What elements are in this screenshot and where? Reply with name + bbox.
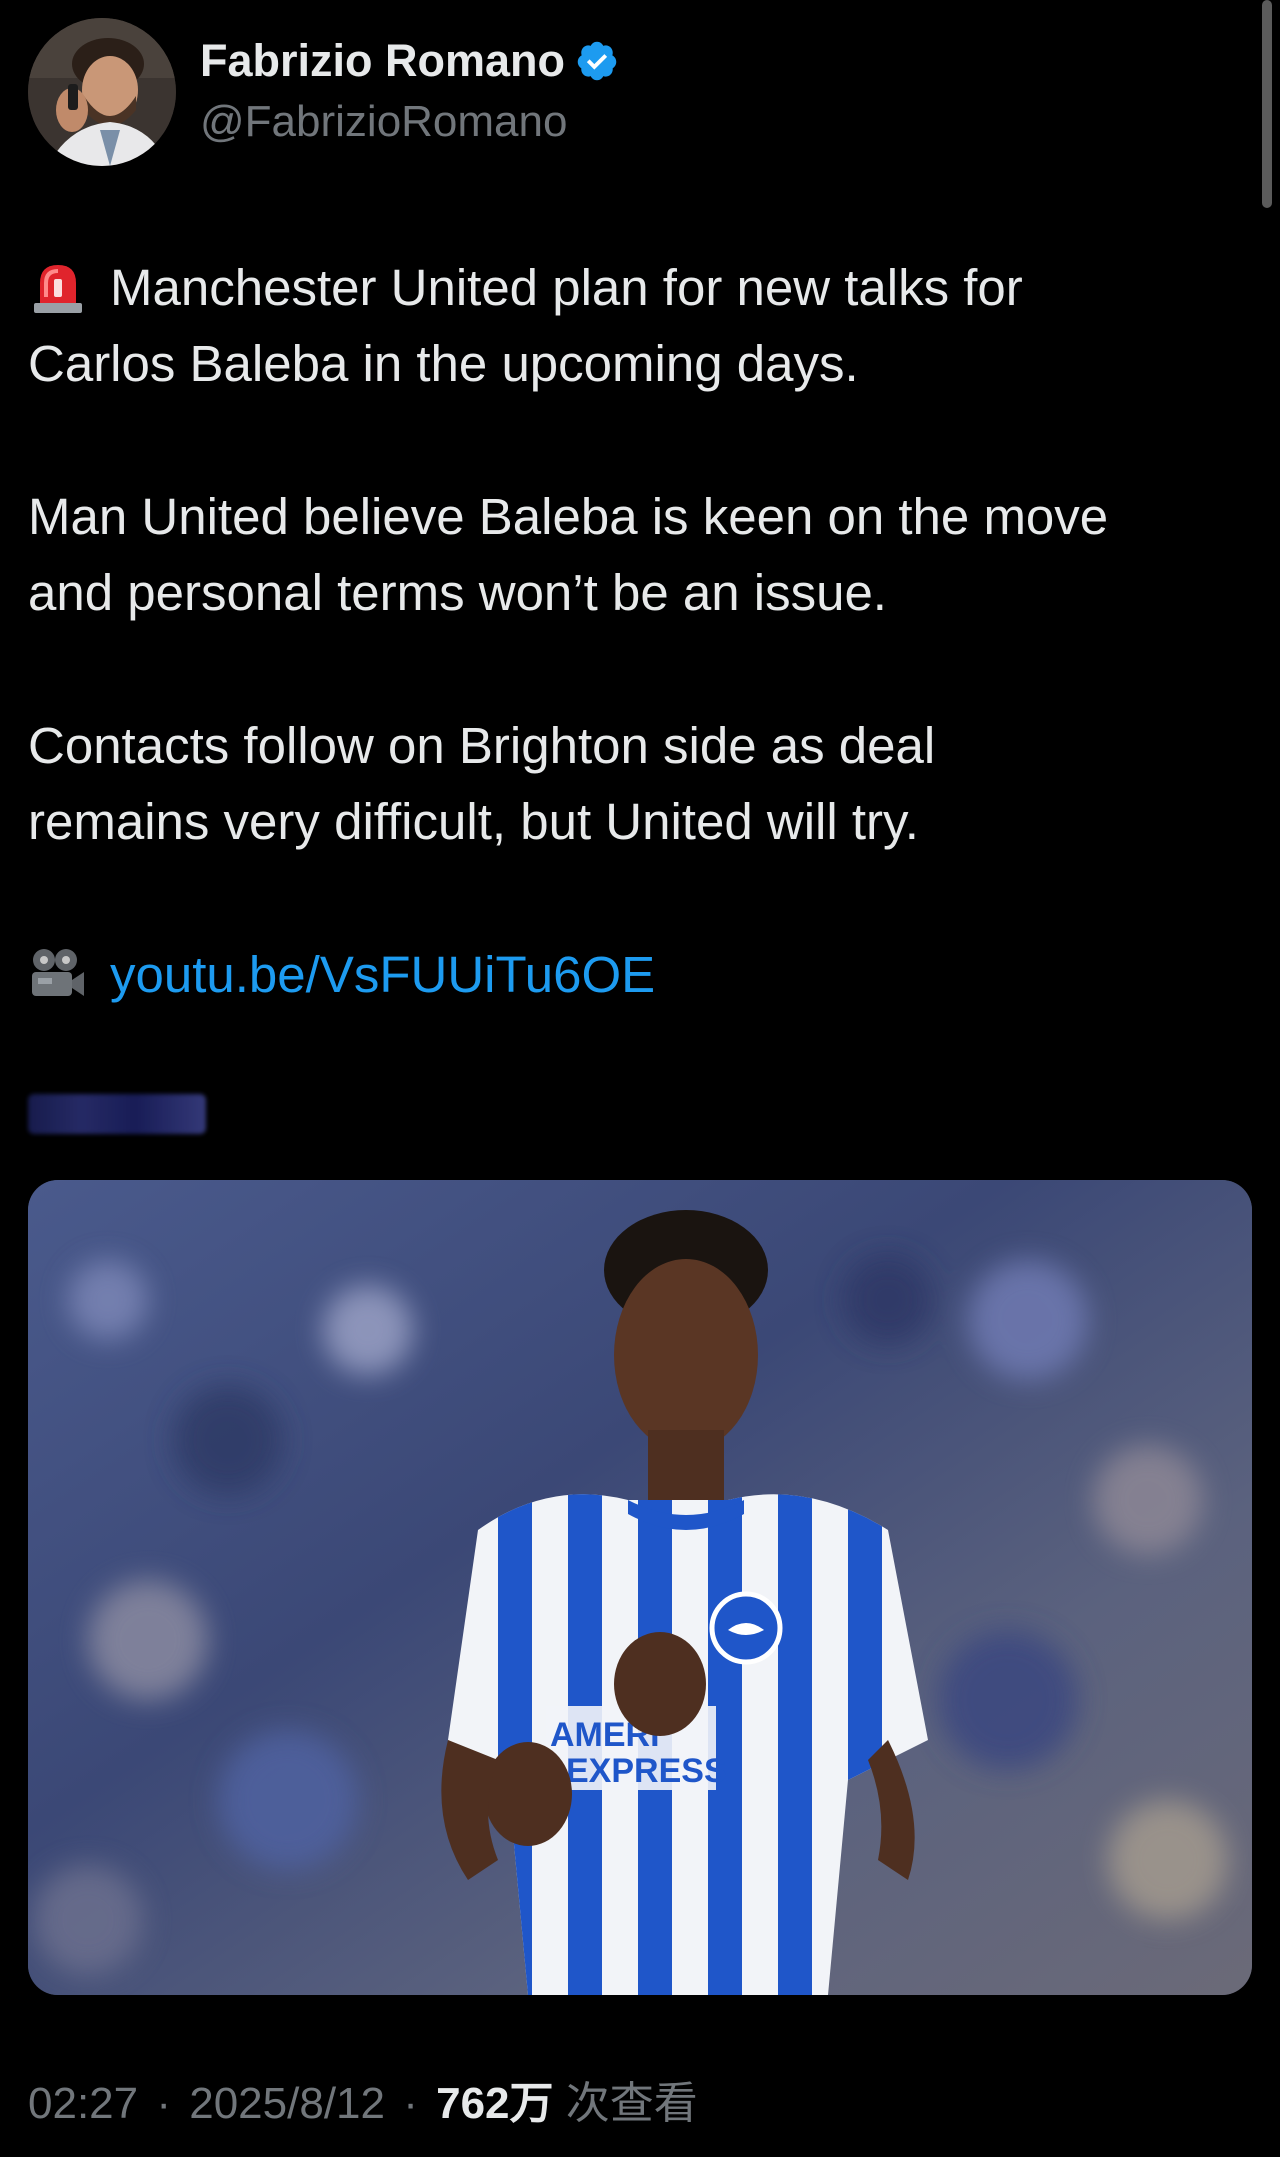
- tweet-line: Contacts follow on Brighton side as deal: [28, 717, 936, 774]
- tweet-line: and personal terms won’t be an issue.: [28, 564, 887, 621]
- views-label: 次查看: [565, 2079, 698, 2128]
- display-name[interactable]: Fabrizio Romano: [200, 36, 565, 86]
- player-photo: AMERI EXPRESS: [28, 1180, 1252, 1995]
- tweet-media-image[interactable]: AMERI EXPRESS: [28, 1180, 1252, 1995]
- jersey-sponsor-text: EXPRESS: [566, 1752, 727, 1790]
- movie-camera-icon: [32, 949, 84, 996]
- separator: ·: [403, 2079, 418, 2128]
- avatar[interactable]: [28, 18, 176, 166]
- tweet-paragraph-3: Contacts follow on Brighton side as deal…: [28, 708, 1248, 860]
- tweet-line: Manchester United plan for new talks for: [110, 259, 1023, 316]
- views-count[interactable]: 762万: [436, 2079, 553, 2128]
- tweet-header: Fabrizio Romano @FabrizioRomano: [28, 18, 619, 168]
- tweet-line: Man United believe Baleba is keen on the…: [28, 488, 1109, 545]
- tweet-paragraph-2: Man United believe Baleba is keen on the…: [28, 479, 1248, 631]
- tweet-time[interactable]: 02:27: [28, 2079, 138, 2128]
- translate-text-blurred[interactable]: [28, 1094, 206, 1134]
- handle[interactable]: @FabrizioRomano: [200, 97, 619, 146]
- tweet-link-paragraph: youtu.be/VsFUUiTu6OE: [28, 937, 1248, 1013]
- tweet-line: Carlos Baleba in the upcoming days.: [28, 335, 859, 392]
- avatar-image: [28, 18, 176, 166]
- verified-badge-icon: [577, 41, 617, 80]
- tweet-line: remains very difficult, but United will …: [28, 793, 919, 850]
- scrollbar[interactable]: [1262, 0, 1272, 208]
- tweet-meta: 02:27 · 2025/8/12 · 762万 次查看: [28, 2078, 698, 2131]
- youtube-link[interactable]: youtu.be/VsFUUiTu6OE: [110, 946, 655, 1003]
- rotating-light-icon: [34, 265, 82, 313]
- tweet-paragraph-1: Manchester United plan for new talks for…: [28, 250, 1248, 402]
- separator: ·: [156, 2079, 171, 2128]
- tweet-date[interactable]: 2025/8/12: [189, 2079, 385, 2128]
- tweet-text: Manchester United plan for new talks for…: [28, 250, 1248, 1090]
